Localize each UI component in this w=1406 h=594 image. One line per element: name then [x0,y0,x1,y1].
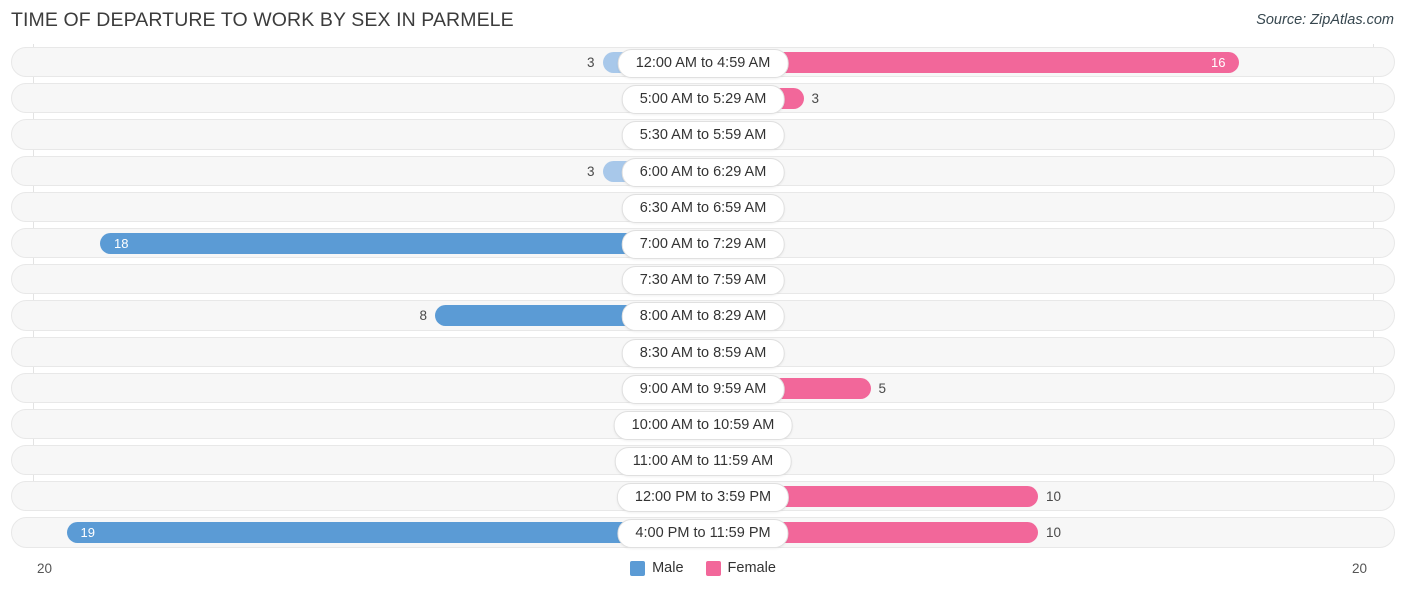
category-label: 8:30 AM to 8:59 AM [621,338,785,368]
bar-male[interactable] [66,522,703,544]
bar-value-male: 3 [586,55,595,70]
bar-value-male: 8 [419,308,427,324]
legend-label: Male [652,560,684,576]
bar-rows: 31612:00 AM to 4:59 AM035:00 AM to 5:29 … [0,44,1406,551]
category-label: 6:30 AM to 6:59 AM [621,193,785,223]
chart-footer: 20 20 Male Female [0,551,1406,594]
category-label: 12:00 PM to 3:59 PM [616,483,790,513]
category-label: 8:00 AM to 8:29 AM [621,302,785,332]
category-label: 4:00 PM to 11:59 PM [617,519,789,549]
category-label: 7:00 AM to 7:29 AM [621,229,785,259]
bar-row: 19 10 4:00 PM to 11:59 PM [0,514,1406,550]
category-label: 9:00 AM to 9:59 AM [621,374,785,404]
chart-plot-area: 31612:00 AM to 4:59 AM035:00 AM to 5:29 … [0,44,1406,551]
chart-legend: Male Female [0,560,1406,576]
bar-row: 3 16 12:00 AM to 4:59 AM [0,44,1406,80]
bar-male[interactable] [100,232,703,254]
category-label: 6:00 AM to 6:29 AM [621,157,785,187]
bar-row: 006:30 AM to 6:59 AM [0,189,1406,225]
bar-row: 01012:00 PM to 3:59 PM [0,478,1406,514]
bar-row: 015:30 AM to 5:59 AM [0,116,1406,152]
category-label: 5:00 AM to 5:29 AM [621,85,785,115]
bar-value-female: 10 [1046,489,1062,505]
category-label: 11:00 AM to 11:59 AM [614,447,792,477]
bar-row: 008:30 AM to 8:59 AM [0,334,1406,370]
bar-row: 035:00 AM to 5:29 AM [0,80,1406,116]
bar-row: 1807:00 AM to 7:29 AM [0,225,1406,261]
category-label: 5:30 AM to 5:59 AM [621,121,785,151]
source-attribution: Source: ZipAtlas.com [1256,12,1394,28]
bar-value-female: 5 [878,380,887,396]
chart-header: TIME OF DEPARTURE TO WORK BY SEX IN PARM… [0,0,1406,44]
legend-item-male[interactable]: Male [630,560,684,576]
bar-value-female: 10 [1046,525,1062,541]
legend-swatch-icon [630,560,646,576]
bar-value-male: 19 [80,525,95,541]
bar-value-male: 3 [586,163,595,179]
bar-value-male: 18 [114,235,129,251]
bar-row: 059:00 AM to 9:59 AM [0,370,1406,406]
legend-item-female[interactable]: Female [705,560,776,576]
bar-row: 0010:00 AM to 10:59 AM [0,406,1406,442]
category-label: 7:30 AM to 7:59 AM [621,266,785,296]
bar-row: 808:00 AM to 8:29 AM [0,297,1406,333]
bar-row: 316:00 AM to 6:29 AM [0,153,1406,189]
bar-row: 0011:00 AM to 11:59 AM [0,442,1406,478]
page-title: TIME OF DEPARTURE TO WORK BY SEX IN PARM… [11,9,514,31]
bar-value-female: 16 [1211,55,1226,70]
legend-label: Female [727,560,776,576]
category-label: 12:00 AM to 4:59 AM [617,49,789,78]
bar-value-female: 3 [811,91,820,107]
bar-row: 107:30 AM to 7:59 AM [0,261,1406,297]
category-label: 10:00 AM to 10:59 AM [613,410,793,440]
legend-swatch-icon [705,560,721,576]
